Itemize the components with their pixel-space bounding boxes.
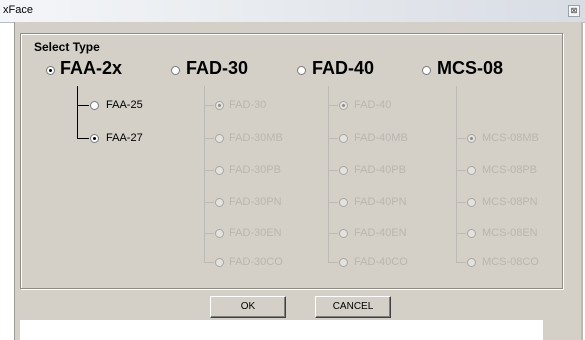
option-fad-30: FAD-30 xyxy=(229,99,267,111)
tree-branch xyxy=(204,262,214,263)
type-label-faa-2x: FAA-2x xyxy=(60,58,123,78)
radio-fad-40[interactable] xyxy=(297,66,306,75)
radio-fad-40co[interactable] xyxy=(339,258,348,267)
option-mcs-08mb: MCS-08MB xyxy=(482,132,539,144)
tree-branch xyxy=(328,262,338,263)
option-fad-40pb: FAD-40PB xyxy=(354,164,406,176)
radio-fad-40pn[interactable] xyxy=(339,198,348,207)
radio-faa-27[interactable] xyxy=(90,134,99,143)
type-label-fad-40: FAD-40 xyxy=(312,58,375,78)
tree-branch xyxy=(456,262,466,263)
type-label-fad-30: FAD-30 xyxy=(186,58,249,78)
radio-fad-40pb[interactable] xyxy=(339,166,348,175)
radio-mcs-08co[interactable] xyxy=(467,258,476,267)
option-fad-40co: FAD-40CO xyxy=(354,256,408,268)
tree-branch xyxy=(328,138,338,139)
radio-fad-30pb[interactable] xyxy=(215,166,224,175)
option-faa-25: FAA-25 xyxy=(106,99,143,111)
tree-branch xyxy=(328,170,338,171)
dialog-right-edge xyxy=(581,22,583,340)
radio-fad-30[interactable] xyxy=(171,66,180,75)
ok-button[interactable]: OK xyxy=(210,296,286,318)
option-mcs-08co: MCS-08CO xyxy=(482,256,539,268)
radio-mcs-08pn[interactable] xyxy=(467,198,476,207)
title-bar: xFace ⊠ xyxy=(0,0,585,23)
tree-branch xyxy=(328,202,338,203)
radio-mcs-08en[interactable] xyxy=(467,229,476,238)
tree-line-faa xyxy=(77,86,78,139)
option-fad-30mb: FAD-30MB xyxy=(229,132,283,144)
tree-line-fad-30 xyxy=(204,86,205,262)
radio-fad-40-sub[interactable] xyxy=(339,101,348,110)
radio-fad-40en[interactable] xyxy=(339,229,348,238)
radio-fad-30-sub[interactable] xyxy=(215,101,224,110)
tree-branch xyxy=(328,233,338,234)
tree-branch xyxy=(204,170,214,171)
option-fad-30pb: FAD-30PB xyxy=(229,164,281,176)
radio-mcs-08mb[interactable] xyxy=(467,134,476,143)
tree-branch xyxy=(456,202,466,203)
type-label-mcs-08: MCS-08 xyxy=(437,58,504,78)
option-fad-40mb: FAD-40MB xyxy=(354,132,408,144)
radio-faa-25[interactable] xyxy=(90,101,99,110)
tree-branch xyxy=(77,105,89,106)
option-fad-30en: FAD-30EN xyxy=(229,227,282,239)
tree-branch xyxy=(204,138,214,139)
radio-fad-30mb[interactable] xyxy=(215,134,224,143)
option-fad-40en: FAD-40EN xyxy=(354,227,407,239)
tree-branch xyxy=(456,233,466,234)
close-icon[interactable]: ⊠ xyxy=(568,5,580,17)
tree-line-fad-40 xyxy=(328,86,329,262)
tree-branch xyxy=(204,202,214,203)
tree-branch xyxy=(77,138,89,139)
option-fad-40pn: FAD-40PN xyxy=(354,196,407,208)
window-title: xFace xyxy=(3,4,33,16)
tree-branch xyxy=(456,138,466,139)
radio-fad-30co[interactable] xyxy=(215,258,224,267)
tree-line-mcs-08 xyxy=(456,86,457,262)
option-mcs-08en: MCS-08EN xyxy=(482,227,538,239)
radio-fad-30en[interactable] xyxy=(215,229,224,238)
group-label: Select Type xyxy=(34,40,100,54)
radio-fad-30pn[interactable] xyxy=(215,198,224,207)
radio-faa-2x[interactable] xyxy=(46,66,55,75)
option-fad-40: FAD-40 xyxy=(354,99,392,111)
option-mcs-08pn: MCS-08PN xyxy=(482,196,538,208)
option-fad-30pn: FAD-30PN xyxy=(229,196,282,208)
radio-mcs-08[interactable] xyxy=(422,66,431,75)
cancel-button[interactable]: CANCEL xyxy=(315,296,391,318)
option-faa-27: FAA-27 xyxy=(106,132,143,144)
tree-branch xyxy=(328,105,338,106)
tree-branch xyxy=(204,105,214,106)
radio-fad-40mb[interactable] xyxy=(339,134,348,143)
option-fad-30co: FAD-30CO xyxy=(229,256,283,268)
option-mcs-08pb: MCS-08PB xyxy=(482,164,538,176)
tree-branch xyxy=(204,233,214,234)
radio-mcs-08pb[interactable] xyxy=(467,166,476,175)
tree-branch xyxy=(456,170,466,171)
cropped-region xyxy=(20,320,543,340)
